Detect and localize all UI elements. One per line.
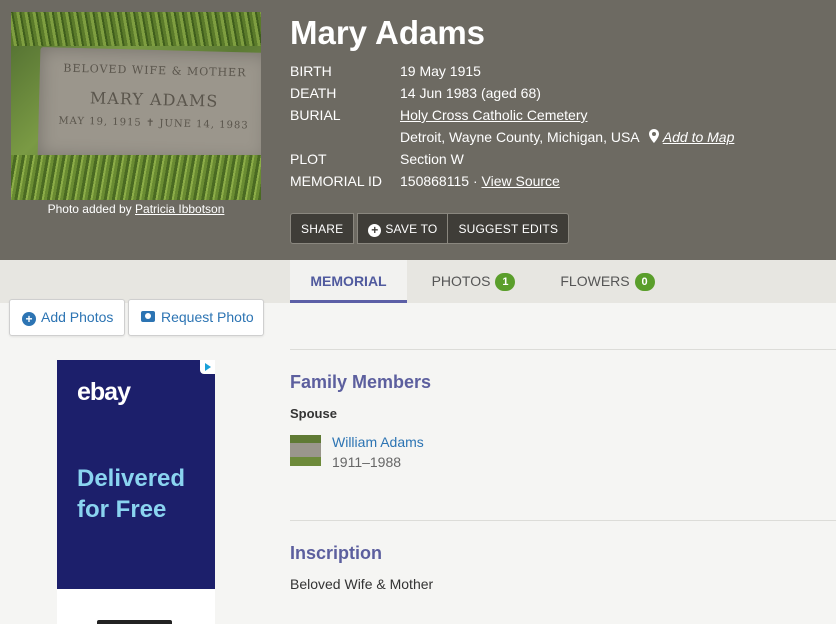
burial-cemetery-wrap: Holy Cross Catholic Cemetery xyxy=(400,107,588,123)
photo-credit-prefix: Photo added by xyxy=(47,202,132,216)
camera-icon xyxy=(141,311,155,322)
fact-label: MEMORIAL ID xyxy=(290,173,383,189)
family-members-title: Family Members xyxy=(290,372,432,392)
suggest-edits-button[interactable]: SUGGEST EDITS xyxy=(447,213,570,244)
fact-label: BURIAL xyxy=(290,107,341,123)
grass-decoration xyxy=(11,12,261,46)
photos-count-badge: 1 xyxy=(495,273,516,291)
tab-label: MEMORIAL xyxy=(310,273,387,289)
add-photos-button[interactable]: + Add Photos xyxy=(9,299,125,336)
tab-label: PHOTOS xyxy=(431,273,491,289)
ad-logo: ebay xyxy=(77,378,131,406)
memorial-id-row: 150868115 · View Source xyxy=(400,173,560,189)
memorial-id: 150868115 xyxy=(400,173,470,189)
photo-credit-user-link[interactable]: Patricia Ibbotson xyxy=(135,202,224,216)
advertisement[interactable]: ebay Delivered for Free xyxy=(57,360,215,624)
memorial-header: BELOVED WIFE & MOTHER MARY ADAMS MAY 19,… xyxy=(0,0,836,260)
plot-value: Section W xyxy=(400,151,464,167)
map-pin-icon xyxy=(648,129,659,143)
separator: · xyxy=(472,173,478,189)
stone-engraving-line: BELOVED WIFE & MOTHER xyxy=(63,61,247,80)
add-photos-label: Add Photos xyxy=(41,309,114,325)
inscription-text: Beloved Wife & Mother xyxy=(290,576,434,592)
ad-product-image xyxy=(97,620,172,624)
tab-flowers[interactable]: FLOWERS 0 xyxy=(551,260,664,303)
birth-date: 19 May 1915 xyxy=(400,63,481,79)
gravestone-photo[interactable]: BELOVED WIFE & MOTHER MARY ADAMS MAY 19,… xyxy=(11,12,261,200)
headstone-image: BELOVED WIFE & MOTHER MARY ADAMS MAY 19,… xyxy=(37,47,261,163)
plus-circle-icon: + xyxy=(22,312,36,326)
grass-decoration xyxy=(11,155,261,200)
flowers-count-badge: 0 xyxy=(634,273,655,291)
ad-headline: Delivered for Free xyxy=(77,465,186,523)
ad-choices-icon[interactable] xyxy=(200,360,215,374)
request-photo-label: Request Photo xyxy=(161,309,254,325)
death-date: 14 Jun 1983 (aged 68) xyxy=(400,85,541,101)
add-to-map-link[interactable]: Add to Map xyxy=(663,129,735,145)
plus-circle-icon: + xyxy=(368,224,382,237)
share-button[interactable]: SHARE xyxy=(290,213,355,244)
memorial-actions: SHARE + SAVE TO SUGGEST EDITS xyxy=(290,213,570,244)
tab-photos[interactable]: PHOTOS 1 xyxy=(420,260,527,303)
save-to-button[interactable]: + SAVE TO xyxy=(357,213,449,244)
request-photo-button[interactable]: Request Photo xyxy=(128,299,264,336)
cemetery-link[interactable]: Holy Cross Catholic Cemetery xyxy=(400,107,588,123)
tab-memorial[interactable]: MEMORIAL xyxy=(290,260,407,303)
tab-label: FLOWERS xyxy=(560,273,630,289)
save-to-label: SAVE TO xyxy=(385,222,438,236)
stone-engraving-name: MARY ADAMS xyxy=(89,88,219,111)
fact-label: BIRTH xyxy=(290,63,332,79)
ad-banner: ebay Delivered for Free xyxy=(57,360,215,589)
section-divider xyxy=(290,520,836,521)
spouse-years: 1911–1988 xyxy=(332,454,402,470)
inscription-title: Inscription xyxy=(290,543,383,563)
burial-location-row: Detroit, Wayne County, Michigan, USA Add… xyxy=(400,129,734,145)
section-divider xyxy=(290,349,836,350)
spouse-label: Spouse xyxy=(290,406,337,421)
photo-credit: Photo added by Patricia Ibbotson xyxy=(11,202,261,216)
stone-engraving-dates: MAY 19, 1915 ✝ JUNE 14, 1983 xyxy=(58,115,249,132)
memorial-name: Mary Adams xyxy=(290,14,486,51)
spouse-name-link[interactable]: William Adams xyxy=(332,434,424,450)
spouse-thumbnail[interactable] xyxy=(290,435,321,466)
fact-label: PLOT xyxy=(290,151,327,167)
burial-location: Detroit, Wayne County, Michigan, USA xyxy=(400,129,639,145)
fact-label: DEATH xyxy=(290,85,337,101)
view-source-link[interactable]: View Source xyxy=(482,173,560,189)
memorial-tabs: MEMORIAL PHOTOS 1 FLOWERS 0 xyxy=(0,260,836,303)
